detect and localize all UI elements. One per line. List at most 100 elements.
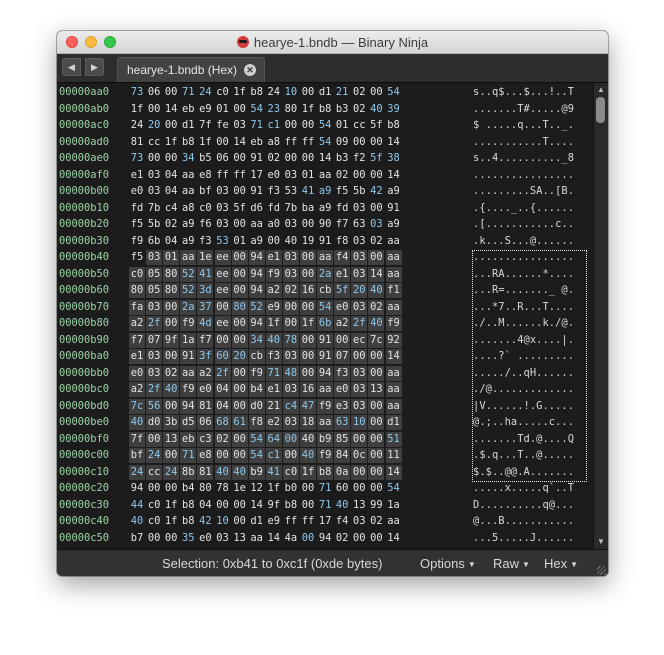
hex-row[interactable]: 00000b90 f7 07 9f 1a f7 00 00 34 40 78 00 91 00 ec 7c 92…: [57, 332, 593, 349]
hex-byte[interactable]: e8: [197, 448, 214, 463]
hex-byte[interactable]: 54: [249, 102, 265, 117]
hex-byte[interactable]: 14: [386, 135, 402, 150]
hex-byte[interactable]: 40: [283, 234, 299, 249]
hex-byte[interactable]: e1: [265, 250, 282, 265]
hex-byte[interactable]: 20: [146, 118, 162, 133]
hex-byte[interactable]: 10: [283, 85, 299, 100]
row-ascii[interactable]: .........SA..[B.: [473, 185, 574, 197]
hex-byte[interactable]: 00: [231, 431, 248, 447]
hex-byte[interactable]: 02: [266, 151, 282, 166]
hex-byte[interactable]: 40: [163, 382, 180, 397]
hex-byte[interactable]: 53: [283, 184, 299, 199]
hex-byte[interactable]: 92: [385, 332, 402, 348]
hex-byte[interactable]: d0: [248, 398, 265, 414]
hex-row[interactable]: 00000c40 40 c0 1f b8 42 10 00 d1 e9 ff ff 17 f4 03 02 aa…: [57, 513, 593, 530]
hex-byte[interactable]: 2f: [351, 316, 368, 331]
hex-byte[interactable]: 5b: [146, 217, 162, 232]
hex-byte[interactable]: 80: [129, 283, 145, 298]
hex-byte[interactable]: f7: [334, 217, 350, 232]
hex-byte[interactable]: 00: [368, 85, 384, 100]
hex-byte[interactable]: 00: [368, 365, 385, 381]
hex-byte[interactable]: 18: [300, 415, 316, 430]
hex-byte[interactable]: a8: [266, 135, 282, 150]
hex-byte[interactable]: 12: [249, 481, 265, 496]
hex-byte[interactable]: f3: [265, 349, 282, 364]
hex-byte[interactable]: e0: [197, 531, 213, 546]
hex-row[interactable]: 00000b00 e0 03 04 aa bf 03 00 91 f3 53 41 a9 f5 5b 42 a9…: [57, 183, 593, 200]
hex-byte[interactable]: 47: [300, 398, 316, 414]
hex-byte[interactable]: 52: [180, 283, 197, 298]
hex-byte[interactable]: f3: [197, 234, 213, 249]
row-ascii[interactable]: ...*7..R...T....: [473, 301, 574, 313]
hex-byte[interactable]: 91: [317, 332, 334, 348]
hex-row[interactable]: 00000ae0 73 00 00 34 b5 06 00 91 02 00 00 14 b3 f2 5f 38…: [57, 150, 593, 167]
hex-byte[interactable]: 94: [248, 250, 265, 265]
hex-byte[interactable]: 00: [231, 382, 248, 397]
hex-byte[interactable]: e1: [334, 266, 351, 282]
hex-byte[interactable]: 34: [248, 332, 265, 348]
hex-byte[interactable]: 7f: [129, 431, 145, 447]
hex-byte[interactable]: e1: [129, 168, 145, 183]
hex-byte[interactable]: 63: [334, 415, 351, 430]
hex-byte[interactable]: 63: [351, 217, 367, 232]
hex-byte[interactable]: 00: [163, 398, 180, 414]
hex-byte[interactable]: f5: [334, 184, 350, 199]
hex-byte[interactable]: aa: [249, 217, 265, 232]
hex-byte[interactable]: 00: [231, 332, 248, 348]
hex-byte[interactable]: c0: [146, 514, 162, 529]
hex-byte[interactable]: f7: [129, 332, 145, 348]
hex-byte[interactable]: fa: [129, 299, 145, 315]
hex-byte[interactable]: bf: [129, 448, 145, 463]
hex-byte[interactable]: 03: [351, 201, 367, 216]
hex-byte[interactable]: 03: [351, 234, 367, 249]
hex-row[interactable]: 00000b80 a2 2f 00 f9 4d ee 00 94 1f 00 1f 6b a2 2f 40 f9…: [57, 315, 593, 332]
hex-row[interactable]: 00000c50 b7 00 00 35 e0 03 13 aa 14 4a 00 94 02 00 00 14…: [57, 530, 593, 547]
hex-byte[interactable]: 40: [214, 464, 231, 480]
hex-byte[interactable]: 04: [197, 498, 213, 513]
hex-byte[interactable]: 00: [300, 349, 316, 364]
hex-byte[interactable]: 54: [248, 431, 265, 447]
hex-byte[interactable]: ee: [214, 283, 231, 298]
hex-byte[interactable]: 00: [368, 398, 385, 414]
row-ascii[interactable]: s..4.........._8: [473, 152, 574, 164]
hex-byte[interactable]: 54: [248, 448, 265, 463]
hex-byte[interactable]: 14: [163, 102, 179, 117]
hex-row[interactable]: 00000b10 fd 7b c4 a8 c0 03 5f d6 fd 7b ba a9 fd 03 00 91…: [57, 200, 593, 217]
hex-byte[interactable]: 52: [248, 299, 265, 315]
hex-row[interactable]: 00000c20 94 00 00 b4 80 78 1e 12 1f b0 00 71 60 00 00 54…: [57, 480, 593, 497]
hex-byte[interactable]: 06: [146, 85, 162, 100]
hex-byte[interactable]: 03: [351, 382, 368, 397]
hex-byte[interactable]: 71: [317, 481, 333, 496]
hex-byte[interactable]: 00: [300, 365, 316, 381]
hex-byte[interactable]: 34: [180, 151, 196, 166]
hex-byte[interactable]: eb: [180, 102, 196, 117]
hex-byte[interactable]: 00: [283, 151, 299, 166]
hex-byte[interactable]: a2: [129, 316, 145, 331]
row-ascii[interactable]: .......Td.@....Q: [473, 433, 574, 445]
hex-byte[interactable]: 14: [386, 168, 402, 183]
hex-byte[interactable]: 60: [334, 481, 350, 496]
raw-menu[interactable]: Raw ▼: [493, 556, 530, 571]
hex-byte[interactable]: 94: [180, 398, 197, 414]
hex-byte[interactable]: 1f: [300, 464, 316, 480]
hex-byte[interactable]: 02: [368, 514, 384, 529]
hex-byte[interactable]: b8: [283, 498, 299, 513]
hex-byte[interactable]: 03: [146, 184, 162, 199]
row-ascii[interactable]: ./@.............: [473, 383, 574, 395]
hex-byte[interactable]: 00: [146, 431, 163, 447]
hex-byte[interactable]: 2f: [146, 382, 163, 397]
hex-byte[interactable]: e0: [129, 184, 145, 199]
hex-byte[interactable]: 1f: [232, 85, 248, 100]
hex-byte[interactable]: c4: [282, 398, 299, 414]
hex-byte[interactable]: 1a: [180, 332, 197, 348]
row-ascii[interactable]: ...........T....: [473, 136, 574, 148]
hex-byte[interactable]: 03: [215, 531, 231, 546]
hex-byte[interactable]: ba: [300, 201, 316, 216]
hex-byte[interactable]: 03: [351, 250, 368, 265]
hex-row[interactable]: 00000c10 24 cc 24 8b 81 40 40 b9 41 c0 1f b8 0a 00 00 14…: [57, 464, 593, 481]
hex-byte[interactable]: 3d: [197, 283, 214, 298]
hex-byte[interactable]: 91: [317, 234, 333, 249]
hex-byte[interactable]: ff: [300, 135, 316, 150]
hex-byte[interactable]: 00: [266, 234, 282, 249]
hex-byte[interactable]: 03: [351, 299, 368, 315]
